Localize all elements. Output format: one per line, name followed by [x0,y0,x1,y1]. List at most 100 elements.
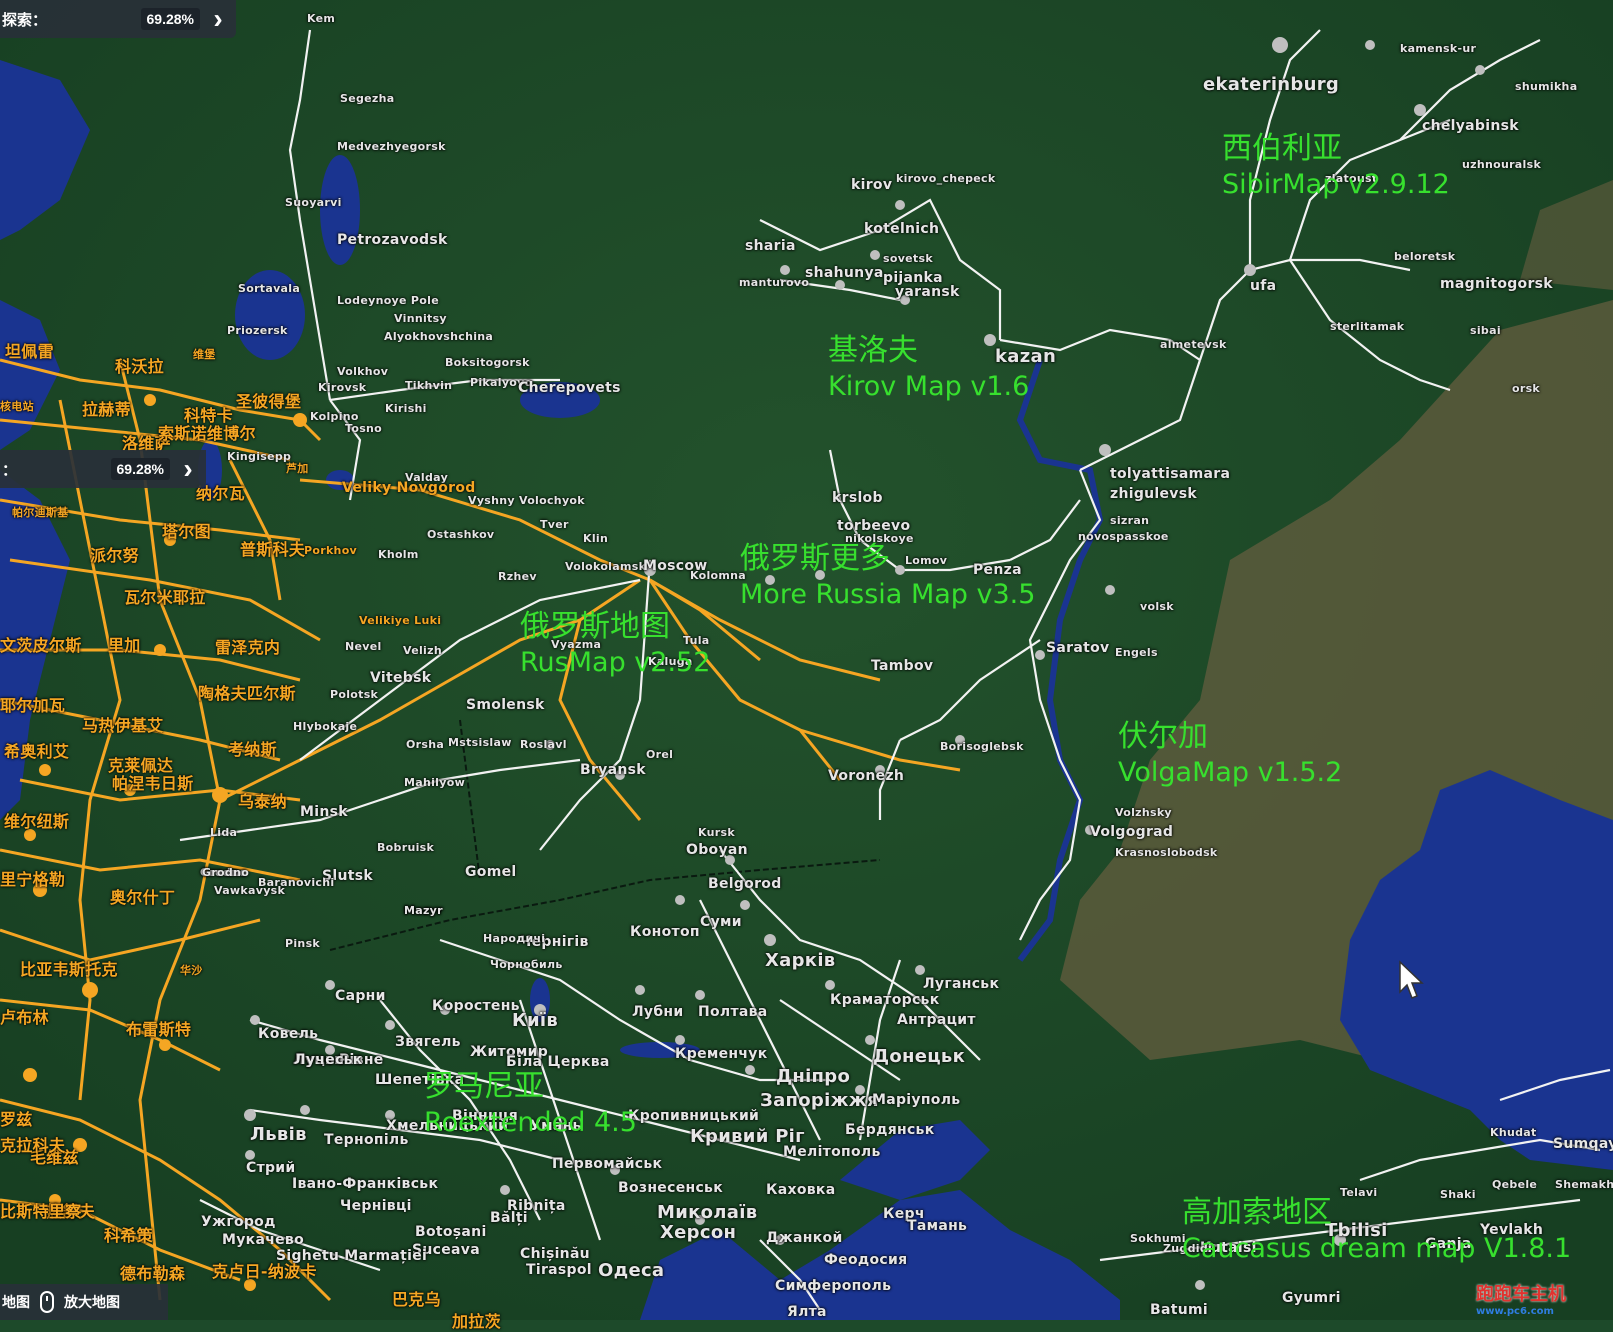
watermark-url: www.pc6.com [1476,1306,1554,1317]
city-label: novospasskoe [1078,530,1169,543]
city-label: Ковель [258,1026,319,1042]
city-label: Харків [765,950,836,971]
city-label: Kursk [698,826,735,839]
city-label: Сарни [335,988,386,1004]
city-label: Феодосия [824,1252,908,1268]
city-label: almetevsk [1160,338,1227,351]
city-label: Orsha [406,738,445,751]
city-label: Народичі [483,932,546,945]
city-label: Mazyr [404,904,443,917]
region-name-cn: 西伯利亚 [1222,131,1342,166]
city-label: Minsk [300,804,348,820]
city-label: 克卢日-纳波卡 [212,1262,317,1281]
city-label: 普斯科夫 [240,540,306,559]
city-label: 帕尔迪斯基 [12,506,69,519]
city-label: Джанкой [766,1230,843,1246]
city-label: Mstsislaw [448,736,512,749]
city-label: Луганськ [923,976,1000,992]
region-name-cn: 罗马尼亚 [424,1069,544,1104]
city-label: kamensk-ur [1400,42,1477,55]
city-label: kirov [851,177,893,193]
city-label: Volkhov [337,365,389,378]
region-annotation-morerussia: 俄罗斯更多 More Russia Map v3.5 [740,540,1035,611]
city-label: Roslavl [520,738,567,751]
city-label: Vawkavysk [214,884,286,897]
lake-onega [320,155,360,265]
chevron-right-icon[interactable]: › [200,0,236,38]
city-label: Стрий [246,1160,296,1176]
zoom-map-hint[interactable]: 放大地图 [64,1292,120,1312]
city-label: beloretsk [1394,250,1456,263]
region-annotation-romania: 罗马尼亚 Roextended 4.5 [424,1068,637,1139]
city-label: Segezha [340,92,395,105]
city-label: Первомайськ [552,1156,663,1172]
city-label: 科沃拉 [115,357,164,376]
city-label: Mahilyow [404,776,466,789]
control-hint-bar: 地图 放大地图 [0,1284,168,1320]
city-label: Івано-Франківськ [292,1176,439,1192]
region-mod-name: SibirMap v2.9.12 [1222,168,1450,200]
city-label: 希奥利艾 [4,742,70,761]
city-label: Velikiye Luki [359,614,442,627]
city-label: Tambov [871,658,934,674]
city-label: 卢布林 [0,1008,49,1027]
city-label: volsk [1140,600,1174,613]
city-label: 核电站 [0,400,34,413]
city-label: Velizh [403,644,442,657]
city-label: Belgorod [708,876,782,892]
city-label: 马热伊基艾 [82,716,164,735]
cursor-icon [1399,960,1424,999]
city-label: Hlybokaje [293,720,358,733]
watermark-logo: 跑跑车主机 www.pc6.com [1476,1280,1566,1317]
region-annotation-sibir: 西伯利亚 SibirMap v2.9.12 [1222,130,1450,201]
chevron-right-icon[interactable]: › [170,450,206,488]
city-label: Вознесенськ [618,1180,724,1196]
city-label: 华沙 [180,964,203,977]
city-label: Boksitogorsk [445,356,530,369]
city-label: Nevel [345,640,382,653]
exploration-panel-mid: ： 69.28% › [0,450,206,488]
city-label: Kem [307,12,336,25]
city-label: Львів [250,1124,307,1145]
city-label: kirovo_chepeck [896,172,996,185]
city-label: krslob [832,490,883,506]
city-label: Бердянськ [845,1122,935,1138]
city-label: Маріуполь [872,1092,961,1108]
city-label: Донецьк [873,1046,966,1067]
city-label: Volzhsky [1115,806,1172,819]
region-annotation-caucasus: 高加索地区 Caucasus dream map V1.8.1 [1182,1194,1571,1265]
city-label: Краматорськ [830,992,940,1008]
city-label: Vinnitsy [394,312,447,325]
city-label: Oboyan [686,842,748,858]
exploration-label: 探索： [2,11,48,29]
city-label: 比斯特里察 [0,1202,82,1221]
watermark-text: 跑跑车主机 [1476,1284,1566,1305]
city-label: Звягель [395,1034,461,1050]
city-label: magnitogorsk [1440,276,1553,292]
city-label: Shemakhi [1555,1178,1613,1191]
city-label: Bryansk [580,762,646,778]
city-label: Vitebsk [370,670,432,686]
map-hint-label[interactable]: 地图 [2,1292,30,1312]
city-label: Kirishi [385,402,427,415]
region-mod-name: Kirov Map v1.6 [828,370,1030,402]
city-label: Suoyarvi [285,196,342,209]
city-label: Коростень [432,998,520,1014]
city-label: 克拉科夫 [0,1136,66,1155]
city-label: Gomel [465,864,517,880]
city-label: 文茨皮尔斯 [0,636,82,655]
city-label: Engels [1115,646,1158,659]
city-label: Конотоп [630,924,700,940]
city-label: Qebele [1492,1178,1538,1191]
city-label: 加拉茨 [452,1312,501,1331]
city-label: 里加 [108,636,141,655]
city-label: 圣彼得堡 [236,392,302,411]
region-name-cn: 俄罗斯更多 [740,541,890,576]
city-label: Чорнобиль [490,958,563,971]
city-label: 雷泽克内 [215,638,281,657]
city-label: orsk [1512,382,1541,395]
city-label: ufa [1250,278,1277,294]
city-label: 布雷斯特 [126,1020,192,1039]
city-label: 耶尔加瓦 [0,696,66,715]
city-label: Petrozavodsk [337,232,448,248]
